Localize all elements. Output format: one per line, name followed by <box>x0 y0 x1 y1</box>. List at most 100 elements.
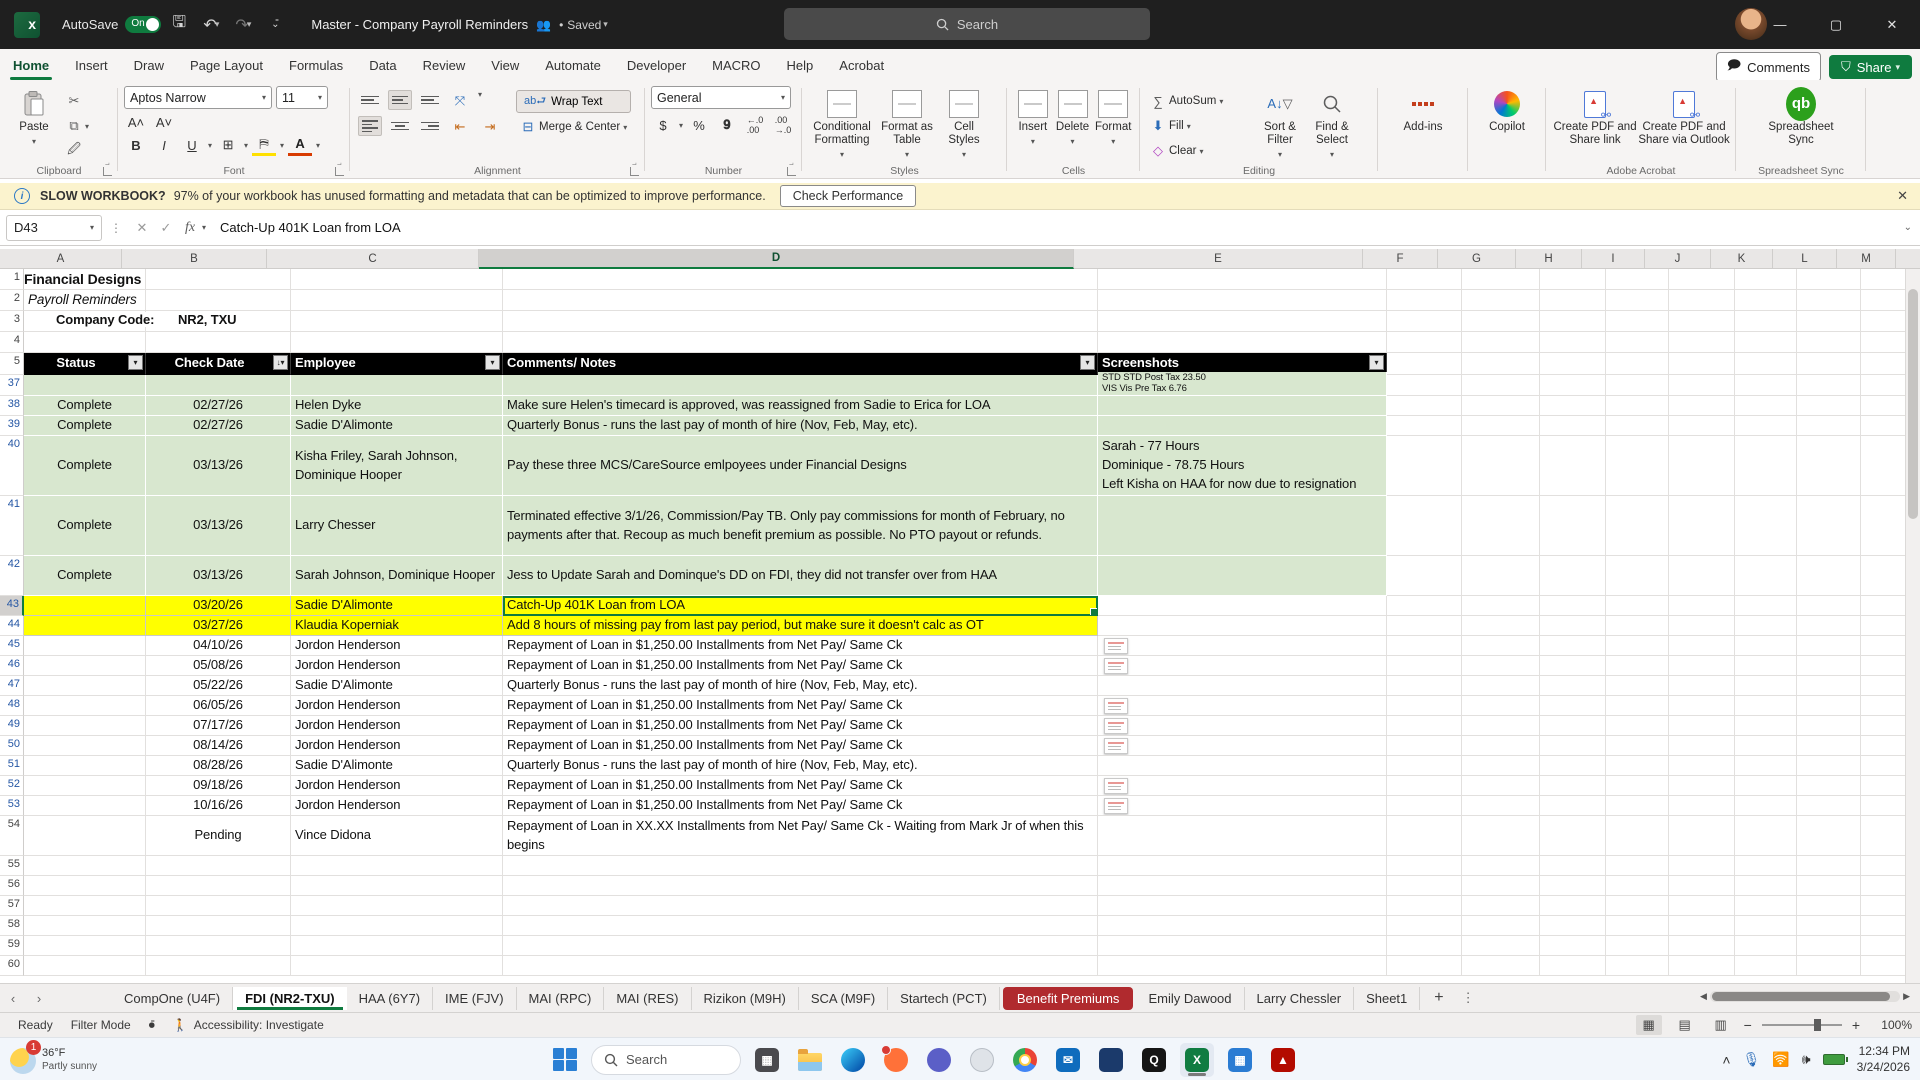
clock-widget[interactable]: 12:34 PM 3/24/2026 <box>1857 1044 1910 1075</box>
paste-button[interactable]: Paste ▾ <box>6 86 62 146</box>
column-header-E[interactable]: E <box>1074 249 1363 269</box>
cell[interactable] <box>1462 796 1540 816</box>
cell[interactable] <box>1462 776 1540 796</box>
cell[interactable] <box>1462 696 1540 716</box>
row-number-40[interactable]: 40 <box>0 436 24 496</box>
cell-status[interactable]: Complete <box>24 416 146 436</box>
cell-check-date[interactable] <box>146 375 291 396</box>
cell-status[interactable] <box>24 816 146 856</box>
cell[interactable] <box>1669 776 1735 796</box>
cell[interactable] <box>1669 856 1735 876</box>
cell[interactable] <box>1462 936 1540 956</box>
cell[interactable] <box>1462 596 1540 616</box>
cell-screenshots[interactable] <box>1098 656 1387 676</box>
increase-decimal-button[interactable]: ←.0.00 <box>743 114 767 136</box>
cell[interactable] <box>1606 290 1669 311</box>
cell[interactable] <box>1387 396 1462 416</box>
cell[interactable] <box>1387 556 1462 596</box>
cell[interactable] <box>146 290 291 311</box>
cell-notes[interactable]: Repayment of Loan in $1,250.00 Installme… <box>503 716 1098 736</box>
row-number-39[interactable]: 39 <box>0 416 24 436</box>
maximize-button[interactable]: ▢ <box>1808 0 1864 49</box>
taskbar-app-app-silver[interactable] <box>965 1043 999 1077</box>
row-number-44[interactable]: 44 <box>0 616 24 636</box>
cell[interactable] <box>1735 936 1797 956</box>
cell-notes[interactable]: Pay these three MCS/CareSource emlpoyees… <box>503 436 1098 496</box>
cell[interactable] <box>1669 716 1735 736</box>
cell[interactable] <box>1540 636 1606 656</box>
cell[interactable] <box>1797 596 1861 616</box>
cell-employee[interactable]: Sadie D'Alimonte <box>291 416 503 436</box>
cell[interactable] <box>1540 375 1606 396</box>
cell[interactable] <box>1797 936 1861 956</box>
cell[interactable] <box>1606 716 1669 736</box>
sheet-tab-fdi-nr2-txu-[interactable]: FDI (NR2-TXU) <box>233 986 347 1010</box>
cell[interactable] <box>1540 656 1606 676</box>
align-middle-button[interactable] <box>388 90 412 110</box>
cell-screenshots[interactable] <box>1098 736 1387 756</box>
cell-screenshots[interactable] <box>1098 616 1387 636</box>
cell[interactable] <box>1797 876 1861 896</box>
borders-button[interactable]: ⊞ <box>216 134 240 156</box>
cell-screenshots[interactable] <box>1098 636 1387 656</box>
cell-status[interactable] <box>24 736 146 756</box>
grow-font-button[interactable]: A˄ <box>124 111 148 133</box>
screenshot-thumbnail[interactable] <box>1104 718 1128 734</box>
cell[interactable]: Payroll Reminders <box>24 290 146 311</box>
column-header-H[interactable]: H <box>1516 249 1582 269</box>
taskbar-app-edge-browser[interactable] <box>836 1043 870 1077</box>
cell-check-date[interactable]: 04/10/26 <box>146 636 291 656</box>
cell[interactable] <box>1735 290 1797 311</box>
column-header-K[interactable]: K <box>1711 249 1773 269</box>
cell[interactable] <box>1669 916 1735 936</box>
row-number-43[interactable]: 43 <box>0 596 24 616</box>
taskbar-app-firefox-browser[interactable] <box>879 1043 913 1077</box>
row-number-49[interactable]: 49 <box>0 716 24 736</box>
cell[interactable] <box>1735 896 1797 916</box>
cell[interactable] <box>1540 796 1606 816</box>
cell-employee[interactable]: Jordon Henderson <box>291 736 503 756</box>
cell[interactable] <box>1797 756 1861 776</box>
cell-employee[interactable]: Klaudia Koperniak <box>291 616 503 636</box>
cell-employee[interactable]: Jordon Henderson <box>291 796 503 816</box>
cell-employee[interactable] <box>291 916 503 936</box>
cell-status[interactable] <box>24 916 146 936</box>
sheet-tab-mai-res-[interactable]: MAI (RES) <box>604 986 692 1010</box>
cell[interactable] <box>1387 416 1462 436</box>
cell-screenshots[interactable] <box>1098 856 1387 876</box>
row-number-2[interactable]: 2 <box>0 290 24 311</box>
cell-screenshots[interactable] <box>1098 416 1387 436</box>
cell-status[interactable] <box>24 796 146 816</box>
cell-notes[interactable]: Make sure Helen's timecard is approved, … <box>503 396 1098 416</box>
cell-notes[interactable]: Terminated effective 3/1/26, Commission/… <box>503 496 1098 556</box>
cell[interactable] <box>1540 616 1606 636</box>
dismiss-warning-icon[interactable]: ✕ <box>1897 188 1908 204</box>
cell[interactable] <box>1540 396 1606 416</box>
cell[interactable] <box>1462 496 1540 556</box>
cell[interactable] <box>1606 311 1669 332</box>
percent-format-button[interactable]: % <box>687 114 711 136</box>
cell[interactable] <box>1387 936 1462 956</box>
cell[interactable] <box>1387 596 1462 616</box>
cell[interactable] <box>1387 816 1462 856</box>
cancel-entry-icon[interactable]: ✕ <box>130 220 154 236</box>
cell[interactable] <box>1606 916 1669 936</box>
font-dialog-launcher[interactable] <box>335 167 344 176</box>
cell[interactable] <box>1735 676 1797 696</box>
hscroll-left-icon[interactable]: ◀ <box>1700 991 1707 1002</box>
vertical-scroll-thumb[interactable] <box>1908 289 1918 519</box>
cell-status[interactable] <box>24 596 146 616</box>
cell[interactable] <box>1797 436 1861 496</box>
cell-status[interactable]: Complete <box>24 496 146 556</box>
bold-button[interactable]: B <box>124 134 148 156</box>
cell[interactable] <box>1462 269 1540 290</box>
cell[interactable] <box>1735 916 1797 936</box>
cell[interactable] <box>1606 776 1669 796</box>
cell[interactable] <box>1540 676 1606 696</box>
cell[interactable] <box>1540 936 1606 956</box>
cell[interactable] <box>1387 856 1462 876</box>
clear-button[interactable]: ◇ Clear ▾ <box>1146 140 1254 162</box>
cell[interactable] <box>1540 556 1606 596</box>
format-cells-button[interactable]: Format ▾ <box>1092 86 1134 146</box>
cell-notes[interactable] <box>503 856 1098 876</box>
